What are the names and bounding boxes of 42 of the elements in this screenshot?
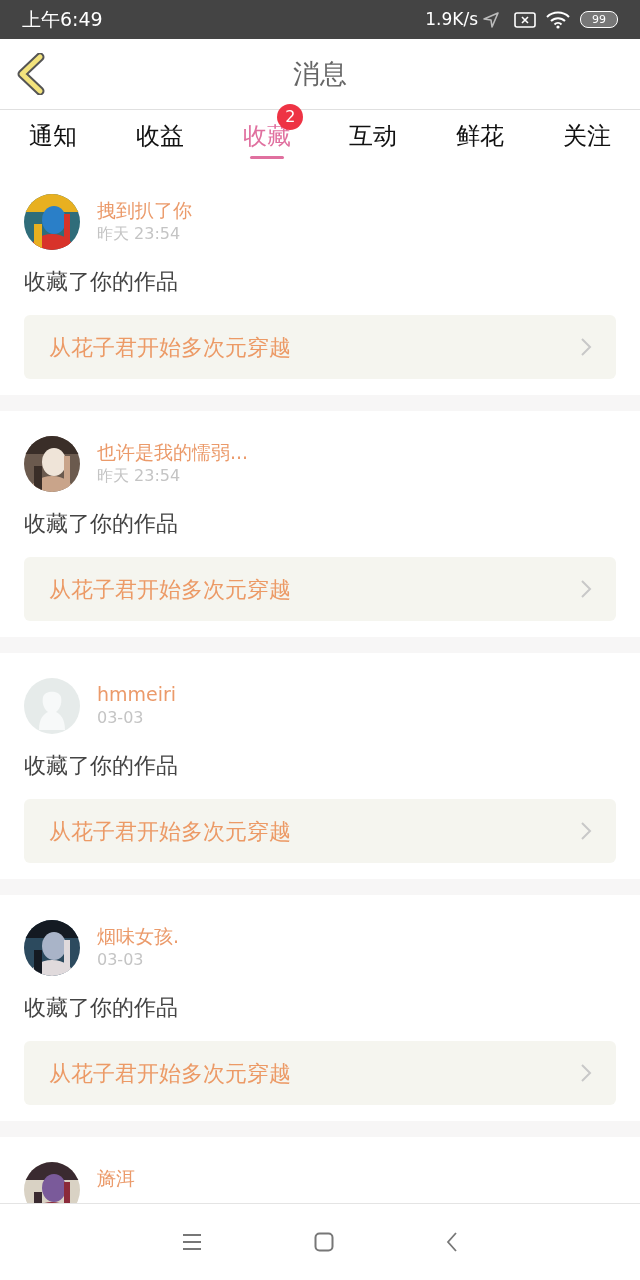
- user-name[interactable]: hmmeiri: [97, 681, 177, 707]
- page-title: 消息: [293, 56, 347, 91]
- user-name[interactable]: 旖洱: [97, 1165, 135, 1191]
- work-link[interactable]: 从花子君开始多次元穿越: [24, 557, 616, 621]
- tab[interactable]: 收益: [136, 120, 184, 152]
- tab[interactable]: 通知: [29, 120, 78, 152]
- message-text: 收藏了你的作品: [24, 512, 179, 536]
- home-icon[interactable]: [314, 1232, 334, 1252]
- message-time: 03-03: [97, 707, 145, 729]
- user-name[interactable]: 烟味女孩.: [97, 923, 180, 949]
- work-title: 从花子君开始多次元穿越: [49, 1059, 291, 1088]
- work-title: 从花子君开始多次元穿越: [49, 575, 291, 604]
- back-icon[interactable]: [16, 53, 46, 95]
- network-speed: 1.9K/s: [425, 7, 478, 31]
- message-time: 昨天 23:54: [97, 223, 182, 245]
- status-time: 上午6:49: [22, 7, 103, 33]
- battery-level: 99: [592, 14, 606, 25]
- work-link[interactable]: 从花子君开始多次元穿越: [24, 1041, 616, 1105]
- chevron-right-icon: [580, 821, 592, 841]
- message-text: 收藏了你的作品: [24, 754, 179, 778]
- location-icon: [482, 10, 500, 29]
- tab[interactable]: 鲜花: [456, 120, 504, 152]
- menu-icon[interactable]: [182, 1233, 202, 1251]
- no-sim-icon: [514, 11, 536, 28]
- chevron-right-icon: [580, 337, 592, 357]
- message-text: 收藏了你的作品: [24, 996, 179, 1020]
- work-title: 从花子君开始多次元穿越: [49, 817, 291, 846]
- tab[interactable]: 关注: [562, 120, 611, 152]
- default-avatar-icon: [24, 678, 80, 734]
- user-name[interactable]: 也许是我的懦弱...: [97, 439, 249, 465]
- work-link[interactable]: 从花子君开始多次元穿越: [24, 315, 616, 379]
- wifi-icon: [546, 10, 570, 29]
- chevron-right-icon: [580, 579, 592, 599]
- chevron-right-icon: [580, 1063, 592, 1083]
- message-time: 昨天 23:54: [97, 465, 182, 487]
- work-link[interactable]: 从花子君开始多次元穿越: [24, 799, 616, 863]
- user-name[interactable]: 拽到扒了你: [97, 197, 192, 223]
- tab[interactable]: 互动: [349, 120, 398, 152]
- message-time: 03-03: [97, 949, 145, 971]
- message-text: 收藏了你的作品: [24, 270, 179, 294]
- back-icon[interactable]: [446, 1232, 458, 1252]
- work-title: 从花子君开始多次元穿越: [49, 333, 291, 362]
